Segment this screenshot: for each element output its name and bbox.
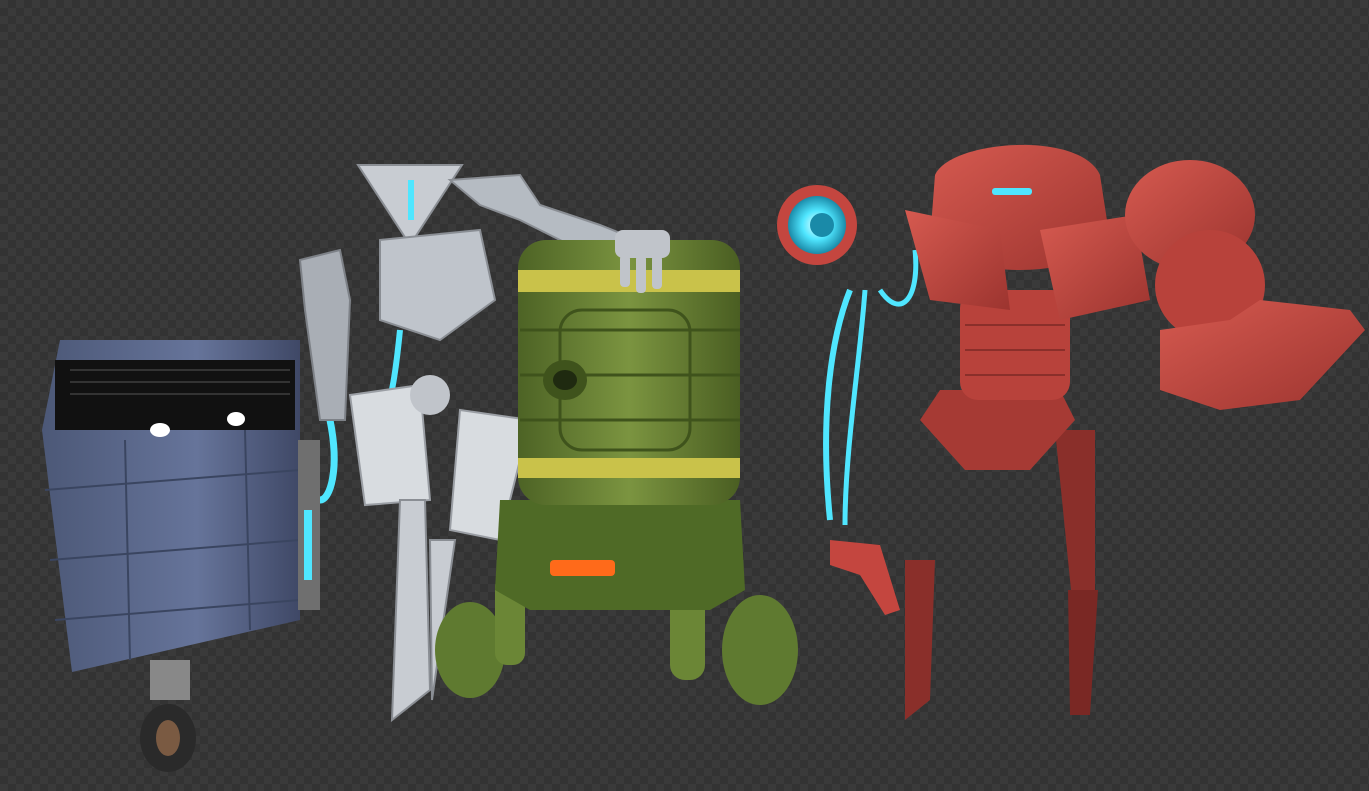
red-robot-wrench-hand: [830, 540, 900, 615]
barrel-robot-leg-right: [722, 595, 798, 705]
red-armored-robot: [777, 144, 1365, 720]
robot-group-illustration: [42, 144, 1365, 772]
barrel-robot-light: [550, 560, 615, 576]
barrel-robot-base: [495, 500, 745, 610]
box-robot-eye-left: [150, 423, 170, 437]
red-robot-visor: [992, 188, 1032, 195]
barrel-robot-leg-left: [435, 602, 505, 698]
box-robot-eye-right: [227, 412, 245, 426]
box-robot: [42, 340, 320, 772]
red-robot-leg-right: [1055, 430, 1095, 600]
red-robot-leg-left: [905, 560, 935, 720]
